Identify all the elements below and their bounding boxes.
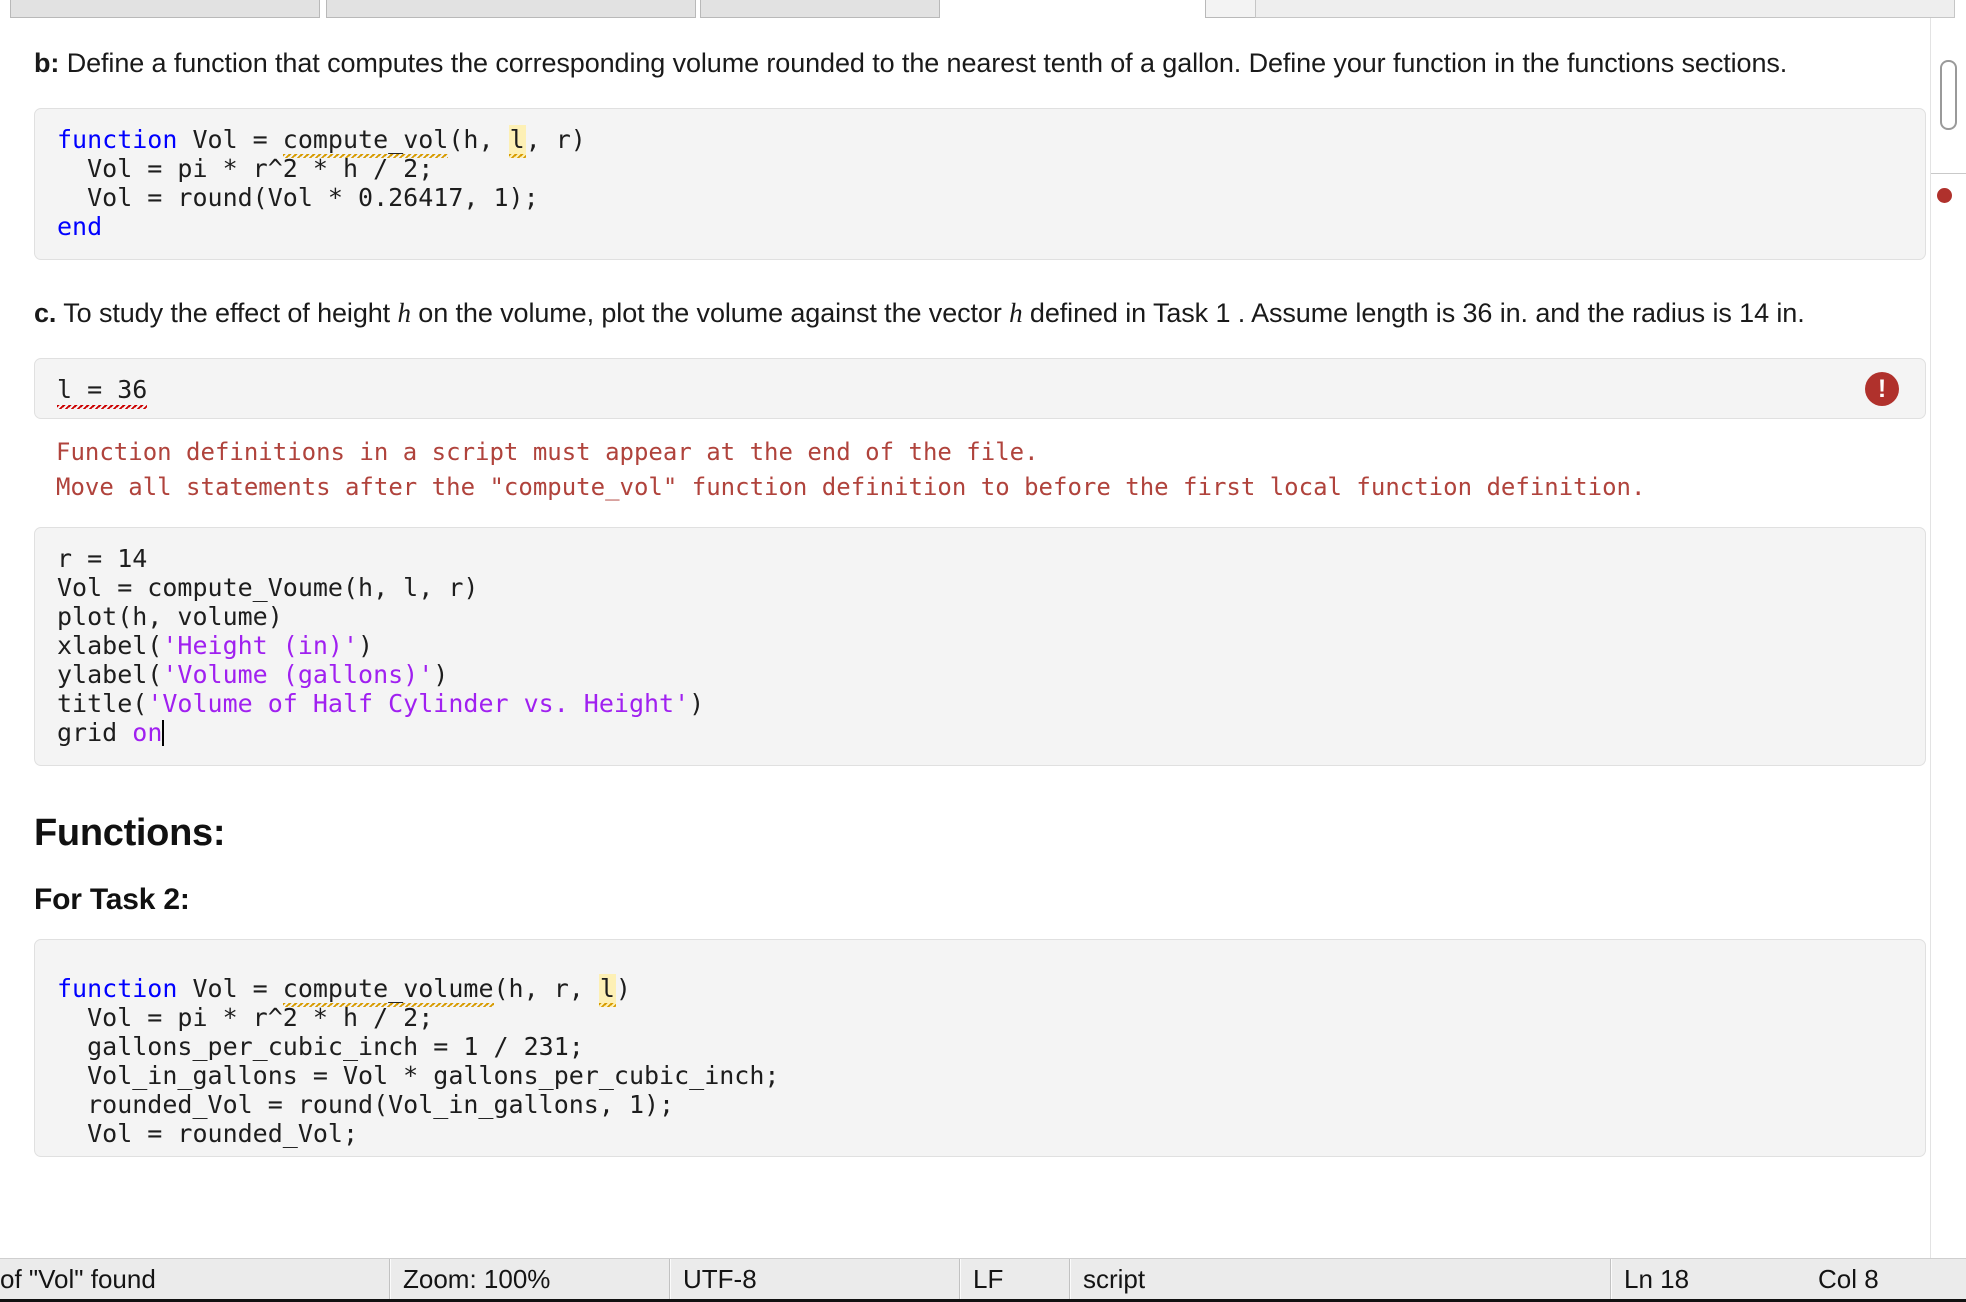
keyword-function: function (57, 125, 178, 154)
status-line-number: Ln 18 (1611, 1259, 1806, 1299)
code-line: rounded_Vol = round(Vol_in_gallons, 1); (57, 1090, 675, 1119)
code-line: Vol = rounded_Vol; (57, 1119, 359, 1148)
math-variable-h: h (397, 298, 411, 328)
code-line: Vol = pi * r^2 * h / 2; (57, 1003, 434, 1032)
heading-for-task-2: For Task 2: (34, 883, 190, 916)
math-variable-h: h (1009, 298, 1023, 328)
code-text: grid (57, 718, 133, 747)
error-message-line-1: Function definitions in a script must ap… (56, 438, 1039, 466)
tab-strip (0, 0, 1966, 18)
code-text: , r) (525, 125, 586, 154)
editor-tab-3[interactable] (700, 0, 940, 18)
code-line: Vol = round(Vol * 0.26417, 1); (57, 183, 539, 212)
part-b-text: Define a function that computes the corr… (59, 48, 1788, 78)
part-b-marker: b: (34, 48, 60, 78)
highlighted-variable-l: l (599, 974, 616, 1007)
text-cursor (162, 720, 165, 746)
code-text: ) (433, 660, 449, 689)
error-message: Function definitions in a script must ap… (34, 435, 1926, 505)
scrollbar-thumb[interactable] (1940, 60, 1957, 130)
code-text: ) (358, 631, 374, 660)
code-line: gallons_per_cubic_inch = 1 / 231; (57, 1032, 584, 1061)
part-c-marker: c. (34, 298, 57, 328)
code-line: plot(h, volume) (57, 602, 283, 631)
code-text: (h, (448, 125, 509, 154)
part-c-seg3: defined in Task 1 . Assume length is 36 … (1022, 298, 1805, 328)
part-c-seg2: on the volume, plot the volume against t… (410, 298, 1010, 328)
status-zoom[interactable]: Zoom: 100% (390, 1259, 670, 1299)
string-literal: 'Volume (gallons)' (162, 660, 434, 689)
code-line-error: l = 36 (57, 375, 148, 409)
status-encoding[interactable]: UTF-8 (670, 1259, 960, 1299)
heading-functions: Functions: (34, 812, 226, 854)
gutter-divider (1931, 173, 1966, 174)
string-literal: 'Height (in)' (162, 631, 359, 660)
keyword-end: end (57, 212, 103, 241)
code-text: (h, r, (493, 974, 599, 1003)
error-marker-icon[interactable] (1937, 188, 1952, 203)
code-text: Vol = (177, 974, 283, 1003)
part-c-seg1: To study the effect of height (56, 298, 398, 328)
vertical-scrollbar[interactable] (1930, 18, 1966, 1258)
code-block-compute-vol[interactable]: function Vol = compute_vol(h, l, r) Vol … (34, 108, 1926, 260)
error-message-line-2: Move all statements after the "compute_v… (56, 473, 1646, 501)
keyword-function: function (57, 974, 178, 1003)
code-text: ) (615, 974, 631, 1003)
paragraph-part-b: b: Define a function that computes the c… (34, 40, 1926, 86)
string-literal: 'Volume of Half Cylinder vs. Height' (147, 689, 690, 718)
code-block-plot-script[interactable]: r = 14 Vol = compute_Voume(h, l, r) plot… (34, 527, 1926, 766)
code-block-compute-volume[interactable]: function Vol = compute_volume(h, r, l) V… (34, 939, 1926, 1157)
code-line: Vol = compute_Voume(h, l, r) (57, 573, 479, 602)
code-line: Vol = pi * r^2 * h / 2; (57, 154, 434, 183)
error-icon[interactable]: ! (1865, 371, 1899, 406)
highlighted-variable-l: l (509, 125, 526, 158)
status-bar: of "Vol" found Zoom: 100% UTF-8 LF scrip… (0, 1258, 1966, 1302)
code-text: ) (689, 689, 705, 718)
status-column-number: Col 8 (1818, 1263, 1879, 1294)
code-text: ylabel( (57, 660, 163, 689)
status-line-ending[interactable]: LF (960, 1259, 1070, 1299)
status-file-type[interactable]: script (1070, 1259, 1611, 1299)
status-message: of "Vol" found (0, 1259, 390, 1299)
paragraph-part-c: c. To study the effect of height h on th… (34, 290, 1864, 336)
editor-tab-1[interactable] (10, 0, 320, 18)
editor-tab-5[interactable] (1255, 0, 1955, 18)
code-text: title( (57, 689, 148, 718)
code-text: xlabel( (57, 631, 163, 660)
document-canvas[interactable]: b: Define a function that computes the c… (0, 18, 1966, 1258)
code-block-l-assignment[interactable]: l = 36! (34, 358, 1926, 419)
editor-tab-4[interactable] (955, 0, 1195, 18)
editor-window: b: Define a function that computes the c… (0, 0, 1966, 1302)
code-text: Vol = (177, 125, 283, 154)
code-line: r = 14 (57, 544, 148, 573)
string-literal-on: on (132, 718, 163, 747)
code-line: Vol_in_gallons = Vol * gallons_per_cubic… (57, 1061, 780, 1090)
editor-tab-2[interactable] (326, 0, 696, 18)
